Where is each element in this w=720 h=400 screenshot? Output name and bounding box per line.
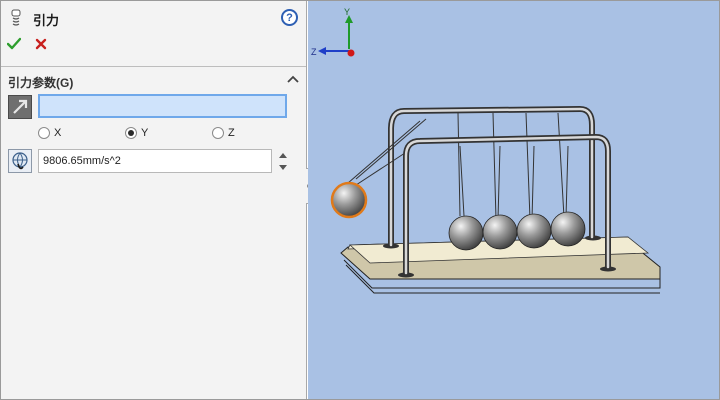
cancel-x-icon[interactable] (35, 38, 47, 50)
radio-z-button[interactable] (212, 127, 224, 139)
spin-down-icon (279, 164, 287, 170)
spin-up-button[interactable] (276, 149, 290, 161)
ball-4 (550, 211, 586, 247)
direction-arrow-icon (13, 99, 28, 114)
direction-reference-button[interactable] (8, 95, 32, 119)
panel-title: 引力 (33, 13, 60, 28)
radio-axis-x[interactable]: X (38, 126, 61, 140)
ball-swinging-selected (330, 181, 368, 219)
radio-axis-z[interactable]: Z (212, 126, 235, 140)
gravity-value-input[interactable] (38, 149, 272, 173)
radio-axis-y[interactable]: Y (125, 126, 148, 140)
radio-x-button[interactable] (38, 127, 50, 139)
radio-y-button[interactable] (125, 127, 137, 139)
spin-down-button[interactable] (276, 161, 290, 173)
ball-1 (448, 215, 484, 251)
triad-y-label: Y (344, 7, 350, 17)
triad-z-label: Z (311, 47, 317, 57)
chevron-up-icon[interactable] (287, 74, 299, 84)
newtons-cradle-model[interactable] (308, 1, 719, 399)
cradle-balls[interactable] (330, 181, 586, 251)
graphics-viewport[interactable]: Y Z (308, 1, 719, 399)
section-divider (1, 66, 306, 67)
gravity-feature-icon (11, 9, 21, 26)
spin-up-icon (279, 152, 287, 158)
globe-gravity-icon[interactable] (8, 149, 32, 173)
radio-x-label: X (54, 127, 62, 139)
ball-2 (482, 214, 518, 250)
direction-reference-field[interactable] (38, 94, 287, 118)
radio-y-label: Y (141, 127, 149, 139)
property-manager-panel: 引力 ? 引力参数(G) X Y Z (1, 1, 307, 399)
globe-icon (12, 152, 28, 170)
reference-triad: Y Z (311, 7, 355, 57)
gravity-value-spinner[interactable] (276, 149, 290, 173)
help-icon[interactable]: ? (281, 9, 298, 26)
radio-z-label: Z (228, 127, 235, 139)
ok-checkmark-icon[interactable] (7, 37, 21, 51)
ball-3 (516, 213, 552, 249)
cradle-strings (347, 112, 569, 220)
group-title-gravity-parameters: 引力参数(G) (8, 76, 74, 90)
